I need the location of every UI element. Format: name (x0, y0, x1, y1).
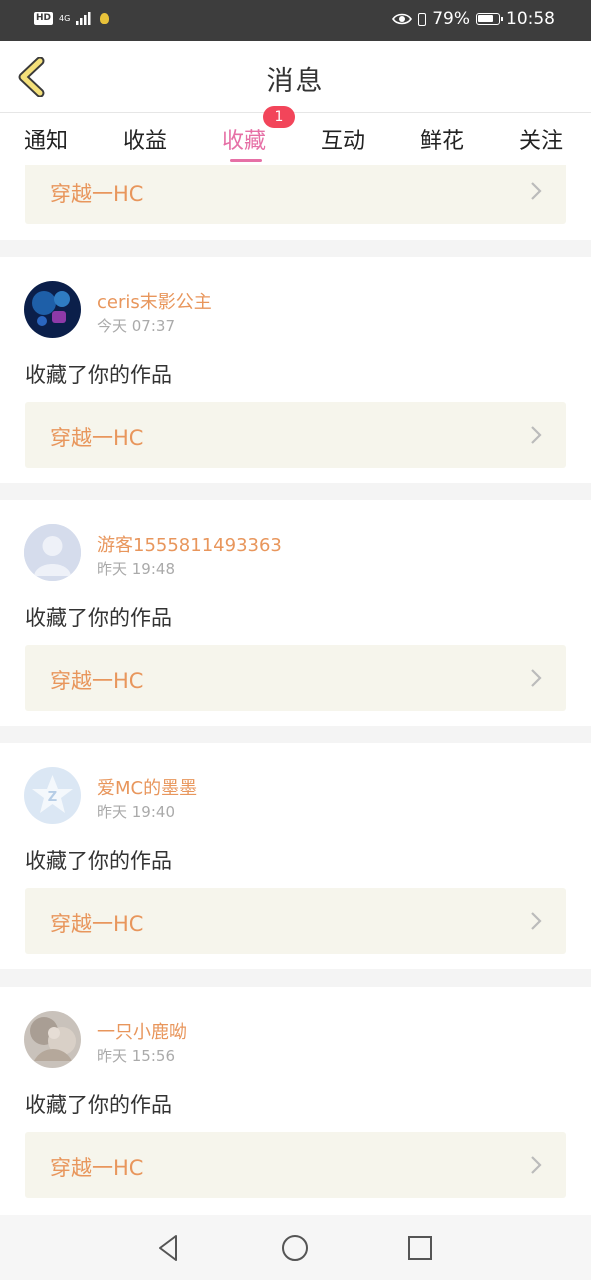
chevron-right-icon (531, 669, 542, 687)
chevron-right-icon (531, 182, 542, 200)
action-text: 收藏了你的作品 (25, 363, 172, 387)
hd-icon: HD (34, 11, 54, 25)
svg-text:Z: Z (48, 790, 57, 805)
clock: 10:58 (506, 9, 555, 29)
tab-notifications[interactable]: 通知 (24, 123, 68, 155)
unread-badge: 1 (263, 106, 295, 128)
work-title: 穿越一HC (50, 912, 144, 936)
tab-interactions[interactable]: 互动 (321, 123, 365, 155)
avatar[interactable] (24, 1011, 81, 1068)
chevron-right-icon (531, 1156, 542, 1174)
battery-percent: 79% (432, 9, 470, 29)
system-nav-bar (0, 1215, 591, 1280)
work-title: 穿越一HC (50, 426, 144, 450)
tab-flowers[interactable]: 鲜花 (420, 123, 464, 155)
avatar[interactable]: Z (24, 767, 81, 824)
tab-bar: 通知 收益 收藏 互动 鲜花 关注 1 (0, 106, 591, 165)
action-text: 收藏了你的作品 (25, 606, 172, 630)
title-bar: 消息 (0, 41, 591, 113)
chevron-right-icon (531, 426, 542, 444)
user-name[interactable]: ceris末影公主 (97, 288, 212, 314)
message-card: 游客1555811493363 昨天 19:48 收藏了你的作品 穿越一HC (0, 500, 591, 726)
user-name[interactable]: 一只小鹿呦 (97, 1018, 187, 1044)
tab-follows[interactable]: 关注 (519, 123, 563, 155)
message-card: Z 爱MC的墨墨 昨天 19:40 收藏了你的作品 穿越一HC (0, 743, 591, 969)
user-name[interactable]: 爱MC的墨墨 (97, 774, 197, 800)
battery-icon (476, 13, 503, 25)
active-tab-indicator (230, 159, 262, 162)
work-title: 穿越一HC (50, 1156, 144, 1180)
work-link[interactable]: 穿越一HC (25, 165, 566, 224)
nav-home-icon[interactable] (280, 1233, 310, 1263)
nav-back-icon[interactable] (154, 1233, 184, 1263)
message-list: 穿越一HC ceris末影公主 今天 07:37 收藏了你的作品 穿越一HC 游… (0, 165, 591, 1215)
timestamp: 昨天 19:40 (97, 803, 175, 821)
message-card: ceris末影公主 今天 07:37 收藏了你的作品 穿越一HC (0, 257, 591, 483)
vibrate-icon (418, 12, 427, 26)
work-link[interactable]: 穿越一HC (25, 1132, 566, 1198)
network-type: 4G (59, 13, 71, 23)
action-text: 收藏了你的作品 (25, 1093, 172, 1117)
work-link[interactable]: 穿越一HC (25, 645, 566, 711)
status-bar: HD 4G 79% 10:58 (0, 0, 591, 41)
work-title: 穿越一HC (50, 182, 144, 206)
page-title: 消息 (266, 66, 325, 97)
nav-recents-icon[interactable] (405, 1233, 435, 1263)
user-name[interactable]: 游客1555811493363 (97, 531, 282, 557)
timestamp: 今天 07:37 (97, 317, 175, 335)
message-card: 穿越一HC (0, 165, 591, 240)
work-link[interactable]: 穿越一HC (25, 402, 566, 468)
tab-earnings[interactable]: 收益 (123, 123, 167, 155)
signal-icon (76, 12, 91, 25)
action-text: 收藏了你的作品 (25, 849, 172, 873)
work-title: 穿越一HC (50, 669, 144, 693)
timestamp: 昨天 15:56 (97, 1047, 175, 1065)
work-link[interactable]: 穿越一HC (25, 888, 566, 954)
message-card: 一只小鹿呦 昨天 15:56 收藏了你的作品 穿越一HC (0, 987, 591, 1215)
avatar[interactable] (24, 281, 81, 338)
eye-icon (392, 13, 413, 25)
timestamp: 昨天 19:48 (97, 560, 175, 578)
notification-bulb-icon (100, 12, 110, 24)
tab-favorites[interactable]: 收藏 (222, 123, 266, 155)
chevron-right-icon (531, 912, 542, 930)
avatar[interactable] (24, 524, 81, 581)
